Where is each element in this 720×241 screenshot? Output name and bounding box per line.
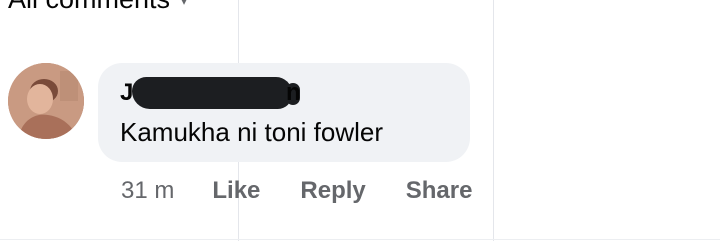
divider-bottom [0, 239, 720, 240]
comment-bubble: J n Kamukha ni toni fowler [98, 63, 470, 162]
avatar-photo-icon [8, 63, 84, 139]
comments-filter[interactable]: All comments ▾ [8, 0, 188, 14]
redaction-mark [132, 77, 300, 109]
comment-timestamp[interactable]: 31 m [121, 177, 174, 205]
divider-right [493, 0, 494, 241]
comment-author-trailing: n [286, 79, 301, 106]
comment-actions: 31 m Like Reply Share [121, 174, 472, 208]
avatar[interactable] [8, 63, 84, 139]
share-button[interactable]: Share [406, 177, 473, 205]
like-button[interactable]: Like [212, 177, 260, 205]
reply-button[interactable]: Reply [300, 177, 365, 205]
comments-filter-label: All comments [8, 0, 170, 15]
chevron-down-icon: ▾ [180, 0, 189, 9]
comment-text: Kamukha ni toni fowler [120, 117, 384, 147]
